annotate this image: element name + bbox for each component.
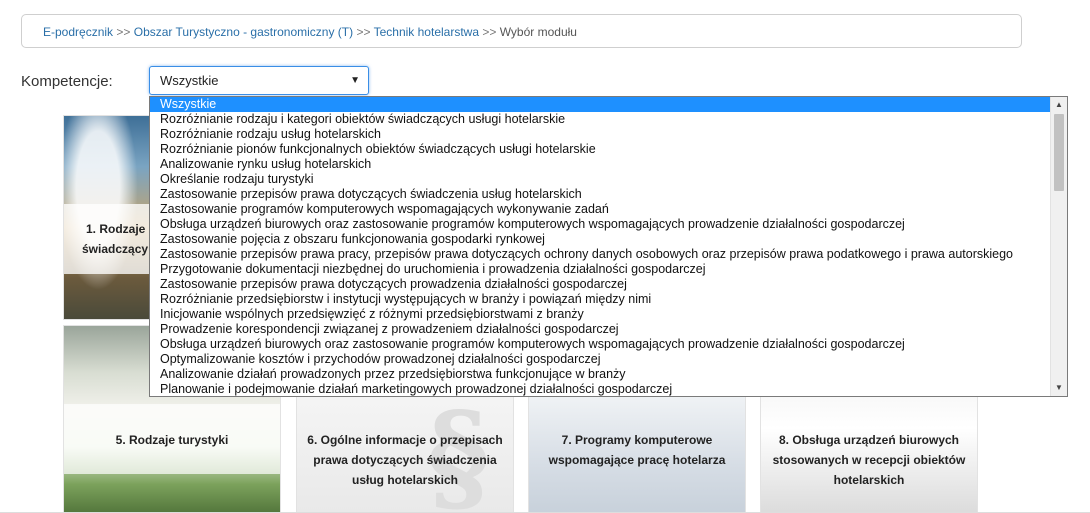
breadcrumb-current: Wybór modułu — [499, 25, 577, 39]
dropdown-option[interactable]: Obsługa urządzeń biurowych oraz zastosow… — [150, 217, 1050, 232]
module-tile-1-caption: 1. Rodzaje świadczący — [82, 222, 149, 256]
dropdown-option[interactable]: Rozróżnianie przedsiębiorstw i instytucj… — [150, 292, 1050, 307]
module-tile-6-caption: 6. Ogólne informacje o przepisach prawa … — [307, 433, 503, 487]
dropdown-option[interactable]: Analizowanie rynku usług hotelarskich — [150, 157, 1050, 172]
dropdown-option[interactable]: Optymalizowanie kosztów i przychodów pro… — [150, 352, 1050, 367]
module-tile-1[interactable]: 1. Rodzaje świadczący — [63, 115, 150, 320]
breadcrumb-separator: >> — [116, 25, 131, 39]
breadcrumb: E-podręcznik >> Obszar Turystyczno - gas… — [21, 14, 1022, 48]
module-tile-7-caption: 7. Programy komputerowe wspomagające pra… — [548, 433, 726, 467]
dropdown-option[interactable]: Zastosowanie przepisów prawa pracy, prze… — [150, 247, 1050, 262]
dropdown-option[interactable]: Zastosowanie programów komputerowych wsp… — [150, 202, 1050, 217]
dropdown-option[interactable]: Inicjowanie wspólnych przedsięwzięć z ró… — [150, 307, 1050, 322]
dropdown-option[interactable]: Przygotowanie dokumentacji niezbędnej do… — [150, 262, 1050, 277]
dropdown-option[interactable]: Zastosowanie pojęcia z obszaru funkcjono… — [150, 232, 1050, 247]
dropdown-option[interactable]: Rozróżnianie rodzaju i kategori obiektów… — [150, 112, 1050, 127]
dropdown-option[interactable]: Rozróżnianie pionów funkcjonalnych obiek… — [150, 142, 1050, 157]
dropdown-options: Wszystkie Rozróżnianie rodzaju i kategori… — [150, 97, 1050, 396]
dropdown-option[interactable]: Zastosowanie przepisów prawa dotyczących… — [150, 187, 1050, 202]
scroll-down-icon[interactable]: ▼ — [1051, 380, 1067, 396]
chevron-down-icon: ▼ — [350, 75, 360, 86]
dropdown-scrollbar[interactable]: ▲ ▼ — [1050, 97, 1067, 396]
breadcrumb-separator: >> — [482, 25, 497, 39]
breadcrumb-link-obszar[interactable]: Obszar Turystyczno - gastronomiczny (T) — [134, 25, 353, 39]
breadcrumb-link-technik[interactable]: Technik hotelarstwa — [374, 25, 479, 39]
dropdown-option[interactable]: Obsługa urządzeń biurowych oraz zastosow… — [150, 337, 1050, 352]
dropdown-option[interactable]: Rozróżnianie rodzaju usług hotelarskich — [150, 127, 1050, 142]
module-tile-8-caption: 8. Obsługa urządzeń biurowych stosowanyc… — [772, 433, 966, 487]
breadcrumb-link-epodrecznik[interactable]: E-podręcznik — [43, 25, 113, 39]
scroll-up-icon[interactable]: ▲ — [1051, 97, 1067, 113]
dropdown-option[interactable]: Zastosowanie przepisów prawa dotyczących… — [150, 277, 1050, 292]
dropdown-option-selected[interactable]: Wszystkie — [150, 97, 1050, 112]
competencies-dropdown-list[interactable]: Wszystkie Rozróżnianie rodzaju i kategori… — [149, 96, 1068, 397]
breadcrumb-separator: >> — [356, 25, 371, 39]
dropdown-option[interactable]: Analizowanie działań prowadzonych przez … — [150, 367, 1050, 382]
dropdown-option[interactable]: Planowanie i podejmowanie działań market… — [150, 382, 1050, 396]
competencies-label: Kompetencje: — [21, 73, 113, 90]
competencies-select[interactable]: Wszystkie ▼ — [149, 66, 369, 95]
dropdown-option[interactable]: Określanie rodzaju turystyki — [150, 172, 1050, 187]
dropdown-option[interactable]: Prowadzenie korespondencji związanej z p… — [150, 322, 1050, 337]
scrollbar-thumb[interactable] — [1054, 114, 1064, 191]
competencies-select-value: Wszystkie — [160, 73, 219, 88]
module-tile-5-caption: 5. Rodzaje turystyki — [115, 433, 229, 447]
